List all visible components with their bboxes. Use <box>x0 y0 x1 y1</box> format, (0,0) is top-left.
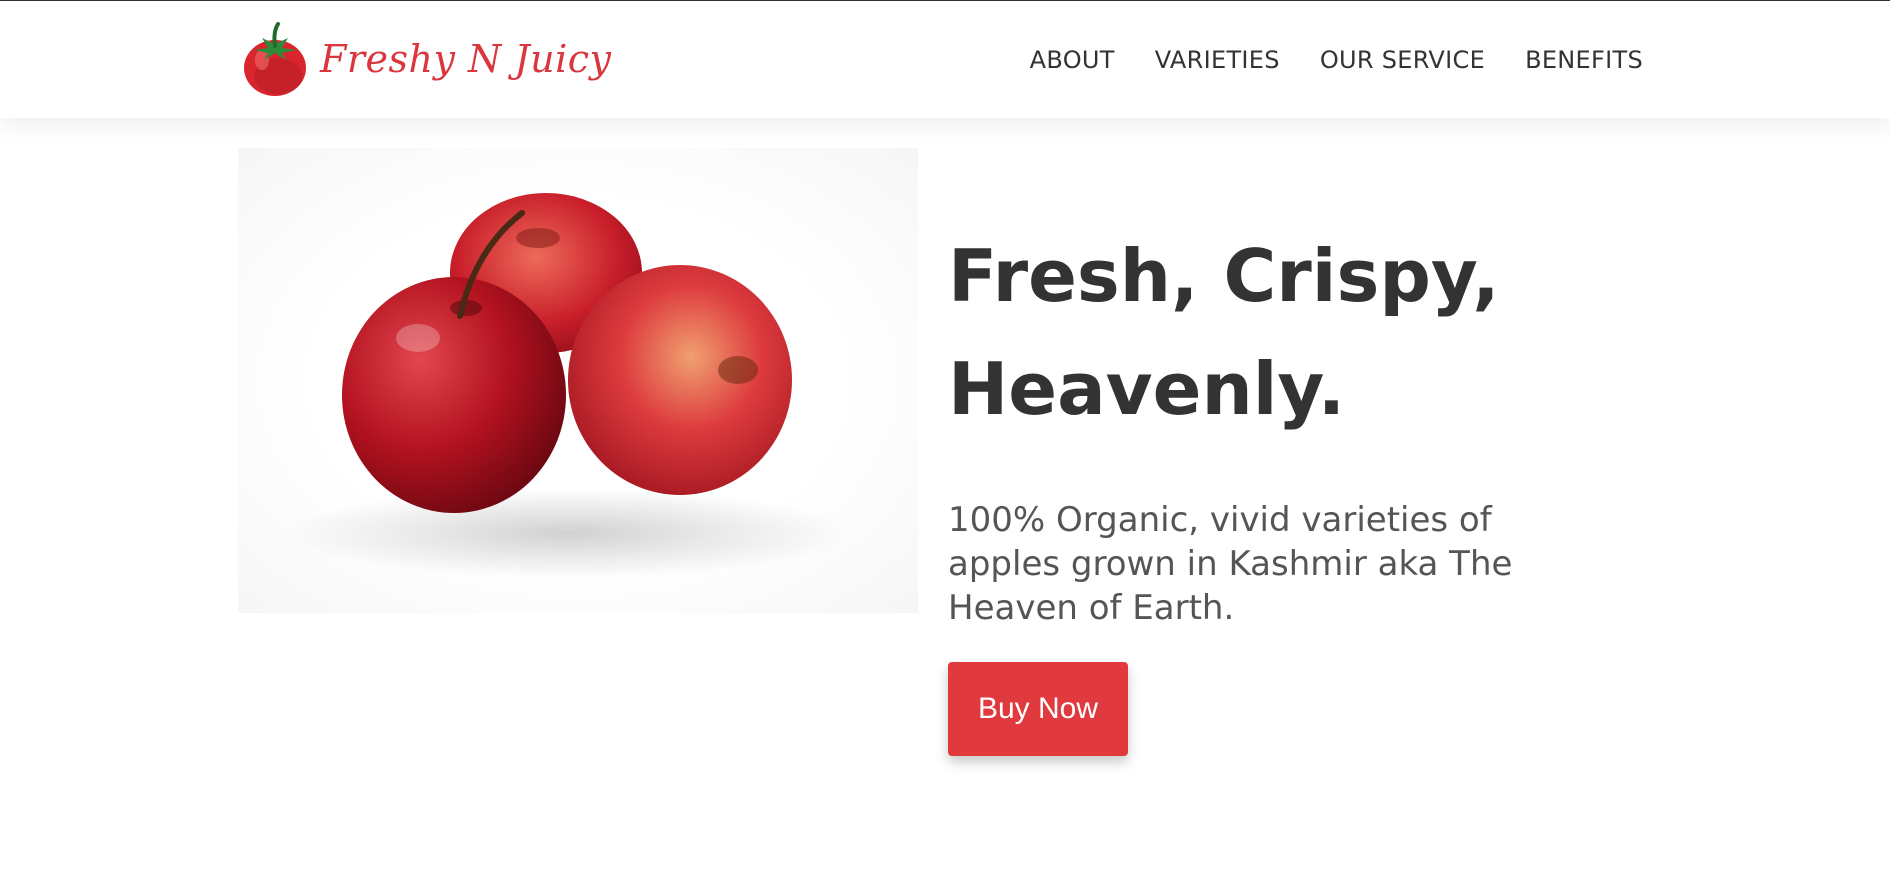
brand[interactable]: Freshy N Juicy <box>240 19 611 99</box>
nav-varieties[interactable]: VARIETIES <box>1155 46 1280 74</box>
hero-title: Fresh, Crispy, Heavenly. <box>948 220 1648 446</box>
hero-subtitle: 100% Organic, vivid varieties of apples … <box>948 500 1513 628</box>
nav-our-service[interactable]: OUR SERVICE <box>1320 46 1485 74</box>
main-nav: ABOUT VARIETIES OUR SERVICE BENEFITS <box>1030 1 1643 118</box>
hero-title-line-2: Heavenly. <box>948 347 1346 431</box>
nav-about[interactable]: ABOUT <box>1030 46 1115 74</box>
apples-image <box>238 148 918 613</box>
buy-now-button[interactable]: Buy Now <box>948 662 1128 756</box>
hero-title-line-1: Fresh, Crispy, <box>948 234 1500 318</box>
tomato-icon <box>244 22 306 96</box>
brand-name: Freshy N Juicy <box>320 37 612 81</box>
navbar: Freshy N Juicy ABOUT VARIETIES OUR SERVI… <box>0 1 1890 118</box>
nav-benefits[interactable]: BENEFITS <box>1525 46 1643 74</box>
hero-section: Fresh, Crispy, Heavenly. 100% Organic, v… <box>0 118 1890 880</box>
